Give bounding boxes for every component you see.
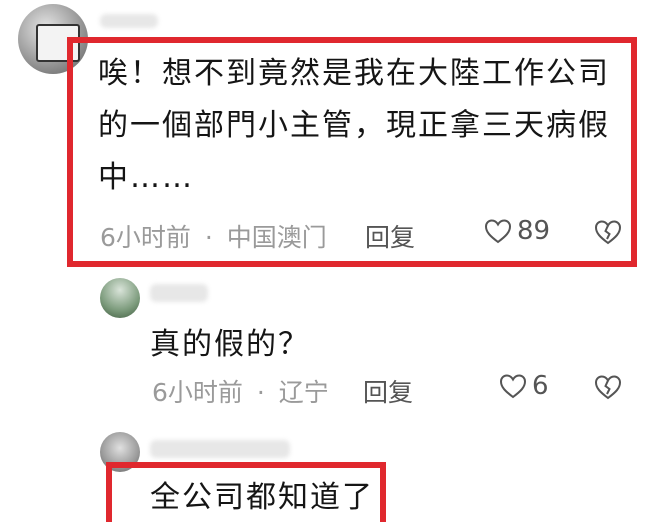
comment-text: 真的假的？ — [150, 327, 310, 362]
dislike-button[interactable] — [593, 218, 623, 250]
meta-separator: · — [204, 223, 213, 252]
username-blurred[interactable] — [100, 14, 158, 28]
comment-location: 辽宁 — [278, 378, 329, 407]
heart-outline-icon — [499, 374, 527, 399]
comment-time: 6小时前 — [100, 223, 191, 252]
dislike-button[interactable] — [593, 373, 623, 405]
like-button[interactable]: 89 — [483, 216, 550, 246]
reply-button[interactable]: 回复 — [365, 218, 415, 254]
comment-location: 中国澳门 — [226, 223, 327, 252]
broken-heart-icon — [594, 375, 622, 400]
comment-time: 6小时前 — [152, 378, 243, 407]
like-button[interactable]: 6 — [498, 371, 549, 401]
like-count: 89 — [517, 216, 551, 246]
avatar[interactable] — [100, 278, 140, 318]
comment-text: 唉！想不到竟然是我在大陸工作公司的一個部門小主管，現正拿三天病假中…… — [98, 56, 610, 195]
like-count: 6 — [532, 371, 549, 401]
username-blurred[interactable] — [150, 440, 290, 458]
reply-button[interactable]: 回复 — [363, 373, 413, 409]
username-blurred[interactable] — [150, 284, 208, 302]
meta-separator: · — [256, 378, 265, 407]
comment-text: 全公司都知道了 — [150, 480, 374, 515]
broken-heart-icon — [594, 220, 622, 245]
comment-thread: 唉！想不到竟然是我在大陸工作公司的一個部門小主管，現正拿三天病假中…… 6小时前… — [0, 0, 650, 522]
comment-meta: 6小时前 · 辽宁 — [152, 373, 329, 409]
comment-meta: 6小时前 · 中国澳门 — [100, 218, 327, 254]
heart-outline-icon — [484, 219, 512, 244]
